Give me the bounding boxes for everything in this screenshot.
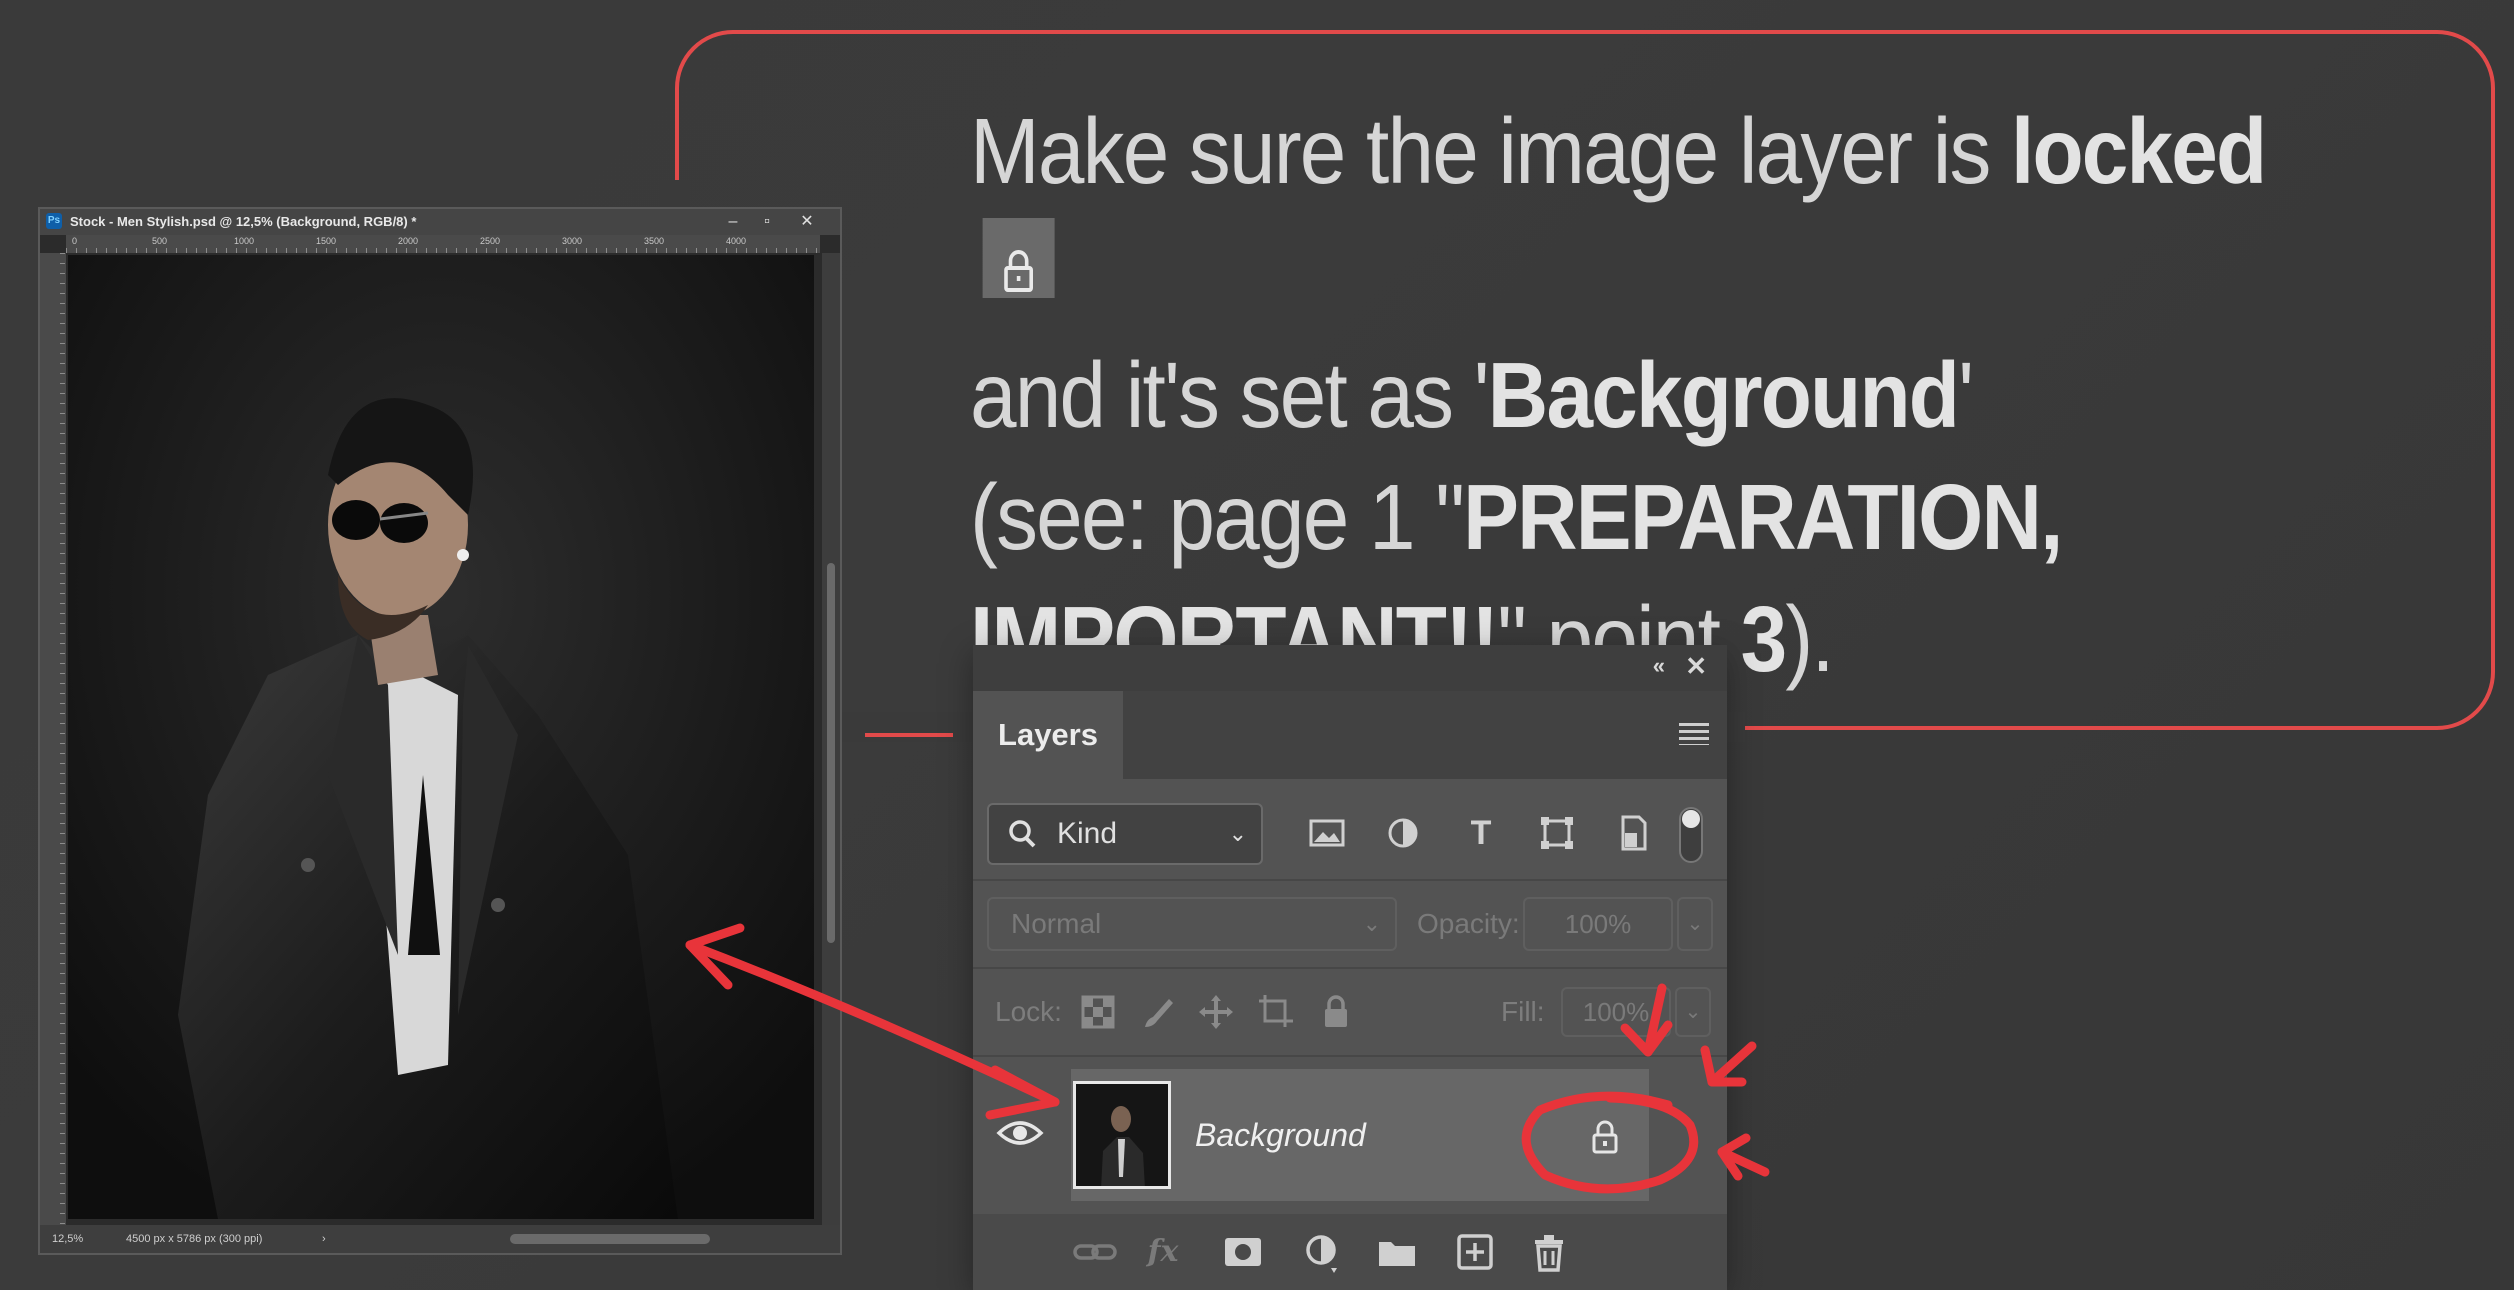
document-window: Ps Stock - Men Stylish.psd @ 12,5% (Back…: [38, 207, 842, 1255]
tab-layers[interactable]: Layers: [973, 691, 1123, 779]
panel-tab-bar: Layers: [973, 691, 1727, 779]
divider: [973, 967, 1727, 969]
filter-toggle-switch[interactable]: [1679, 807, 1703, 863]
blend-mode-value: Normal: [1011, 908, 1102, 939]
chevron-down-icon: ⌄: [1362, 911, 1381, 936]
instruction-line-1: Make sure the image layer is: [970, 99, 2012, 203]
ruler-mark: 1000: [234, 236, 255, 246]
instruction-line-2: and it's set as ': [970, 343, 1490, 447]
panel-menu-icon[interactable]: [1679, 723, 1709, 745]
toggle-knob: [1682, 810, 1700, 828]
eye-icon[interactable]: [995, 1113, 1045, 1153]
close-panel-button[interactable]: ✕: [1685, 651, 1707, 682]
ruler-mark: 2500: [480, 236, 501, 246]
ruler-mark: 0: [72, 236, 78, 246]
divider: [973, 879, 1727, 881]
fx-icon[interactable]: fx: [1139, 1228, 1187, 1276]
kind-filter-select[interactable]: Kind ⌄: [987, 803, 1263, 865]
instruction-line-end: ).: [1785, 587, 1834, 691]
link-layers-icon[interactable]: [1071, 1228, 1119, 1276]
chevron-down-icon: ⌄: [1228, 821, 1247, 846]
adjustment-filter-icon[interactable]: [1381, 811, 1425, 855]
add-mask-icon[interactable]: [1219, 1228, 1267, 1276]
layers-bottom-toolbar: fx: [973, 1214, 1727, 1290]
lock-transparent-pixels-icon[interactable]: [1077, 991, 1119, 1033]
blend-mode-select[interactable]: Normal ⌄: [987, 897, 1397, 951]
status-menu-chevron[interactable]: ›: [322, 1225, 326, 1253]
horizontal-ruler[interactable]: 0 500 1000 1500 2000 2500 3000 3500 4000: [66, 235, 820, 253]
status-bar: 12,5% 4500 px x 5786 px (300 ppi) ›: [40, 1225, 840, 1253]
close-button[interactable]: ✕: [790, 209, 824, 235]
divider: [973, 1055, 1727, 1057]
ruler-mark: 4000: [726, 236, 747, 246]
document-title-bar[interactable]: Ps Stock - Men Stylish.psd @ 12,5% (Back…: [40, 209, 840, 235]
ruler-mark: 2000: [398, 236, 419, 246]
vertical-ruler[interactable]: [40, 253, 66, 1225]
kind-filter-label: Kind: [1057, 817, 1118, 850]
instruction-quote: ': [1958, 343, 1974, 447]
layer-row-background[interactable]: Background: [973, 1069, 1727, 1201]
callout-connector-line: [865, 733, 953, 737]
lock-all-icon[interactable]: [1315, 991, 1357, 1033]
blend-row: Normal ⌄ Opacity: 100% ⌄: [987, 893, 1713, 955]
ruler-mark: 3500: [644, 236, 665, 246]
instruction-emphasis-locked: locked: [2011, 99, 2267, 203]
maximize-button[interactable]: ▫: [750, 209, 784, 235]
zoom-level[interactable]: 12,5%: [52, 1225, 83, 1253]
vertical-scrollbar[interactable]: [822, 253, 840, 1225]
minimize-button[interactable]: –: [716, 209, 750, 235]
layer-lock-icon[interactable]: [1583, 1115, 1627, 1159]
fill-label: Fill:: [1501, 996, 1545, 1027]
new-layer-icon[interactable]: [1451, 1228, 1499, 1276]
lock-icon: [982, 218, 1055, 298]
instruction-emphasis-background: Background: [1487, 343, 1960, 447]
instruction-line-3: (see: page 1 ": [970, 465, 1465, 569]
image-filter-icon[interactable]: [1305, 811, 1349, 855]
layer-filter-row: Kind ⌄ T: [987, 803, 1713, 865]
document-canvas[interactable]: [68, 255, 814, 1219]
ruler-mark: 1500: [316, 236, 337, 246]
shape-filter-icon[interactable]: [1535, 811, 1579, 855]
document-size: 4500 px x 5786 px (300 ppi): [126, 1233, 263, 1245]
delete-layer-icon[interactable]: [1525, 1228, 1573, 1276]
horizontal-scroll-thumb[interactable]: [510, 1234, 710, 1244]
search-icon: [1007, 805, 1037, 883]
photoshop-app-icon: Ps: [46, 213, 62, 229]
fill-dropdown-button[interactable]: ⌄: [1675, 987, 1711, 1037]
ruler-mark: 3000: [562, 236, 583, 246]
opacity-label: Opacity:: [1417, 908, 1520, 939]
layer-name[interactable]: Background: [1195, 1069, 1366, 1201]
man-in-leather-jacket-photo: [68, 255, 814, 1219]
lock-image-pixels-icon[interactable]: [1137, 991, 1179, 1033]
document-title: Stock - Men Stylish.psd @ 12,5% (Backgro…: [70, 214, 417, 229]
lock-artboard-icon[interactable]: [1255, 991, 1297, 1033]
lock-label: Lock:: [995, 996, 1062, 1027]
opacity-dropdown-button[interactable]: ⌄: [1677, 897, 1713, 951]
smart-object-filter-icon[interactable]: [1611, 811, 1655, 855]
fill-input[interactable]: 100%: [1561, 987, 1671, 1037]
instruction-point-number: 3: [1740, 587, 1788, 691]
small-arrow-annotation: [1717, 1147, 1770, 1177]
lock-row: Lock: Fill: 100% ⌄: [987, 981, 1713, 1043]
type-filter-icon[interactable]: T: [1459, 811, 1503, 855]
vertical-scroll-thumb[interactable]: [827, 563, 835, 943]
instruction-emphasis-preparation: PREPARATION,: [1463, 465, 2063, 569]
collapse-panel-button[interactable]: «: [1653, 653, 1665, 679]
adjustment-layer-icon[interactable]: [1297, 1228, 1345, 1276]
layers-panel: « ✕ Layers Kind ⌄ T Normal ⌄ Opacity: 10…: [973, 645, 1727, 1290]
opacity-input[interactable]: 100%: [1523, 897, 1673, 951]
ruler-mark: 500: [152, 236, 168, 246]
new-group-icon[interactable]: [1373, 1228, 1421, 1276]
lock-position-icon[interactable]: [1195, 991, 1237, 1033]
panel-header: « ✕: [973, 645, 1727, 691]
instruction-text: Make sure the image layer is locked and …: [970, 90, 2320, 700]
layer-thumbnail: [1073, 1081, 1171, 1189]
